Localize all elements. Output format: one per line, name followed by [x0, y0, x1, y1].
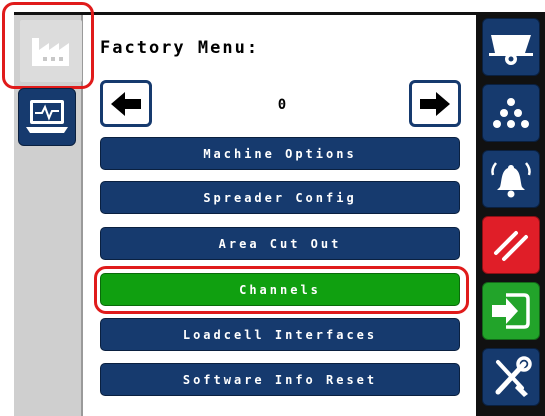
spreader-machine-icon [489, 35, 533, 65]
factory-highlight-ring [2, 2, 94, 89]
software-info-reset-button[interactable]: Software Info Reset [100, 363, 460, 396]
tools-wrench-screwdriver-icon [495, 356, 532, 397]
rate-pattern-button[interactable] [482, 84, 540, 142]
page-title: Factory Menu: [100, 38, 260, 58]
page-number: 0 [277, 97, 287, 113]
machine-options-button[interactable]: Machine Options [100, 137, 460, 170]
enter-arrow-icon [492, 293, 530, 329]
prev-page-button[interactable] [100, 80, 152, 127]
alarm-bell-icon [491, 162, 531, 198]
dots-pyramid-icon [493, 98, 529, 128]
settings-tools-button[interactable] [482, 348, 540, 406]
spreader-machine-button[interactable] [482, 18, 540, 76]
spreader-config-button[interactable]: Spreader Config [100, 181, 460, 214]
arrow-right-icon [420, 91, 450, 116]
enter-button[interactable] [482, 282, 540, 340]
loadcell-interfaces-button[interactable]: Loadcell Interfaces [100, 318, 460, 351]
laptop-monitor-icon [26, 100, 68, 133]
arrow-left-icon [111, 91, 141, 116]
channels-highlight-ring [94, 266, 469, 314]
next-page-button[interactable] [409, 80, 461, 127]
stop-section-button[interactable] [482, 216, 540, 274]
area-cut-out-button[interactable]: Area Cut Out [100, 227, 460, 260]
slash-lines-icon [494, 231, 528, 261]
sidebar-item-diagnostics[interactable] [18, 88, 76, 146]
alarms-button[interactable] [482, 150, 540, 208]
